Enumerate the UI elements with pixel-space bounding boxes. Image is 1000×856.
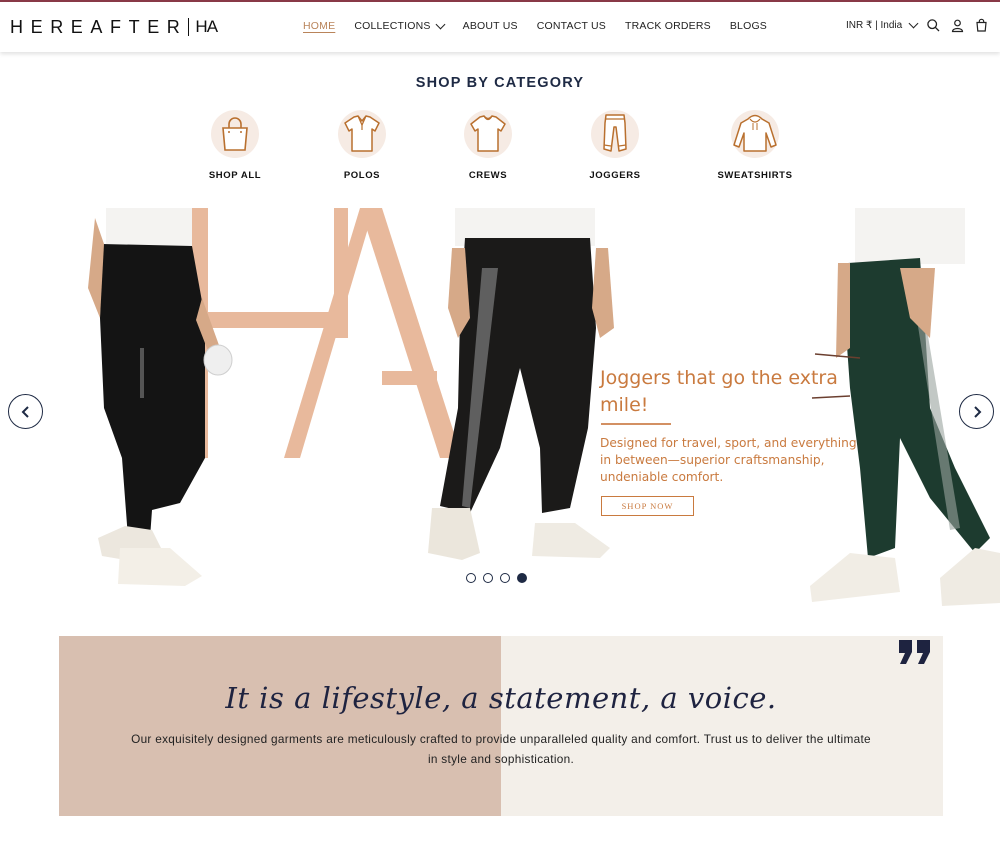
slider-next-button[interactable] [959, 394, 994, 429]
quote-panel-left [59, 636, 501, 816]
currency-label: INR ₹ | India [846, 20, 903, 31]
polo-shirt-icon [338, 110, 386, 158]
category-label: SHOP ALL [208, 170, 262, 181]
hero-headline: Joggers that go the extra mile! [600, 367, 838, 416]
category-joggers[interactable]: JOGGERS [565, 110, 665, 181]
nav-collections[interactable]: COLLECTIONS [354, 19, 446, 32]
currency-selector[interactable]: INR ₹ | India [846, 18, 919, 31]
search-icon[interactable] [926, 18, 941, 33]
nav-track-orders[interactable]: TRACK ORDERS [625, 20, 711, 32]
joggers-icon [591, 110, 639, 158]
chevron-left-icon [21, 405, 29, 418]
ha-monogram [185, 208, 462, 458]
chevron-down-icon [435, 19, 446, 29]
logo-monogram: HA [195, 17, 218, 36]
nav-blogs[interactable]: BLOGS [730, 20, 767, 32]
quote-panel-right [501, 636, 943, 816]
nav-home-label: HOME [303, 20, 336, 32]
nav-collections-label: COLLECTIONS [354, 20, 431, 32]
nav-contact-label: CONTACT US [536, 20, 606, 32]
category-label: POLOS [343, 170, 381, 181]
slider-pagination [466, 573, 527, 583]
quote-title: It is a lifestyle, a statement, a voice. [225, 681, 777, 715]
hero-divider [601, 423, 671, 425]
account-icon[interactable] [950, 18, 965, 33]
category-section-title: SHOP BY CATEGORY [415, 75, 585, 91]
nav-about-us[interactable]: ABOUT US [463, 20, 518, 32]
slide-dot-1[interactable] [466, 573, 476, 583]
model-center [428, 208, 614, 560]
brand-logo[interactable]: HEREAFTER HA [10, 16, 218, 38]
slide-dot-3[interactable] [500, 573, 510, 583]
quote-body: Our exquisitely designed garments are me… [131, 732, 871, 766]
category-label: JOGGERS [589, 170, 641, 181]
nav-blogs-label: BLOGS [729, 20, 768, 32]
logo-wordmark: HEREAFTER [10, 16, 188, 37]
category-label: CREWS [468, 170, 508, 181]
main-nav: HOME COLLECTIONS ABOUT US CONTACT US TRA… [303, 19, 786, 32]
category-label: SWEATSHIRTS [717, 170, 793, 181]
slide-dot-2[interactable] [483, 573, 493, 583]
chevron-down-icon [908, 18, 919, 29]
hero-slider: Joggers that go the extra mile! Designed… [0, 208, 1000, 608]
slider-prev-button[interactable] [8, 394, 43, 429]
nav-about-label: ABOUT US [462, 20, 518, 32]
header-actions [926, 18, 989, 33]
chevron-right-icon [973, 405, 981, 418]
category-polos[interactable]: POLOS [312, 110, 412, 181]
slide-dot-4[interactable] [517, 573, 527, 583]
nav-contact-us[interactable]: CONTACT US [537, 20, 606, 32]
category-crews[interactable]: CREWS [438, 110, 538, 181]
logo-divider [188, 18, 190, 36]
category-sweatshirts[interactable]: SWEATSHIRTS [705, 110, 805, 181]
shop-now-button[interactable]: SHOP NOW [601, 496, 694, 516]
brand-quote-section: It is a lifestyle, a statement, a voice.… [59, 636, 943, 816]
quote-mark-icon [899, 640, 930, 664]
site-header: HEREAFTER HA HOME COLLECTIONS ABOUT US C… [0, 2, 1000, 52]
hero-subtext: Designed for travel, sport, and everythi… [600, 436, 857, 484]
cart-icon[interactable] [974, 18, 989, 33]
nav-track-label: TRACK ORDERS [625, 20, 711, 32]
model-left [88, 208, 233, 586]
shopping-bag-icon [211, 110, 259, 158]
category-shop-all[interactable]: SHOP ALL [185, 110, 285, 181]
sweatshirt-icon [731, 110, 779, 158]
nav-home[interactable]: HOME [303, 20, 335, 32]
crew-tshirt-icon [464, 110, 512, 158]
